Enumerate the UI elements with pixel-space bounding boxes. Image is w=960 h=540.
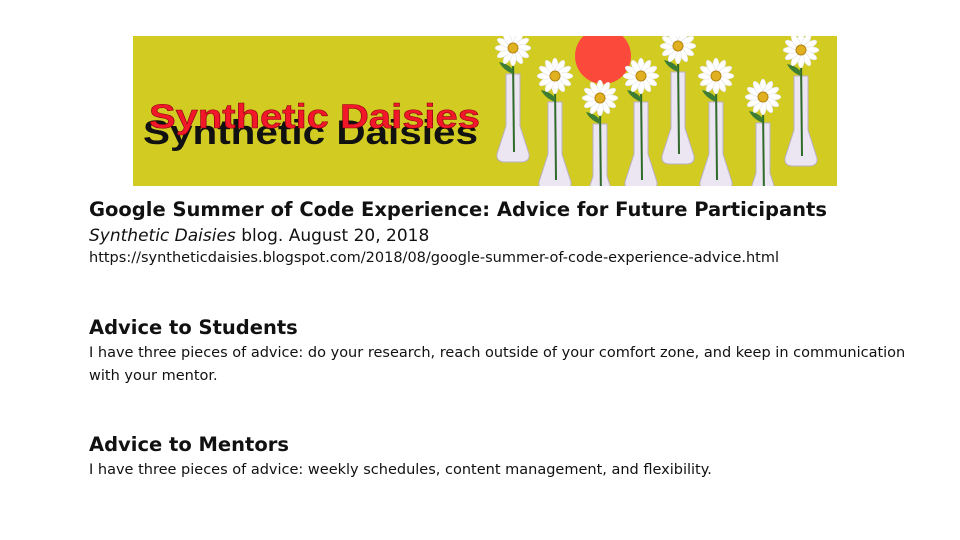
- daisy-center: [635, 70, 647, 82]
- daisy-center: [672, 40, 684, 52]
- daisy-stem: [762, 104, 765, 186]
- banner-illustration: Synthetic Daisies Synthetic Daisies: [133, 36, 837, 186]
- section-body-students: I have three pieces of advice: do your r…: [89, 345, 906, 384]
- post-content: Google Summer of Code Experience: Advice…: [89, 196, 939, 482]
- daisy-stem: [800, 57, 803, 157]
- section-heading-mentors: Advice to Mentors: [89, 433, 289, 456]
- post-citation: Synthetic Daisies blog. August 20, 2018: [89, 224, 939, 248]
- daisy-stem: [554, 83, 557, 181]
- daisy-center: [795, 44, 807, 56]
- section-heading-students: Advice to Students: [89, 316, 298, 339]
- citation-blog-name: Synthetic Daisies: [89, 226, 236, 246]
- post-title: Google Summer of Code Experience: Advice…: [89, 198, 827, 221]
- daisy-stem: [715, 83, 718, 181]
- daisy-center: [507, 42, 519, 54]
- blog-banner: Synthetic Daisies Synthetic Daisies: [133, 36, 837, 186]
- section-body-mentors: I have three pieces of advice: weekly sc…: [89, 462, 712, 478]
- logo-text: Synthetic Daisies: [149, 98, 480, 136]
- daisy-center: [549, 70, 561, 82]
- daisy-stem: [640, 83, 643, 181]
- daisy-center: [594, 92, 606, 104]
- post-url: https://syntheticdaisies.blogspot.com/20…: [89, 250, 780, 266]
- daisy-center: [710, 70, 722, 82]
- citation-date: blog. August 20, 2018: [235, 226, 430, 246]
- daisy-stem: [677, 53, 680, 155]
- daisy-center: [757, 91, 769, 103]
- daisy-stem: [599, 105, 602, 186]
- daisy-stem: [512, 55, 515, 153]
